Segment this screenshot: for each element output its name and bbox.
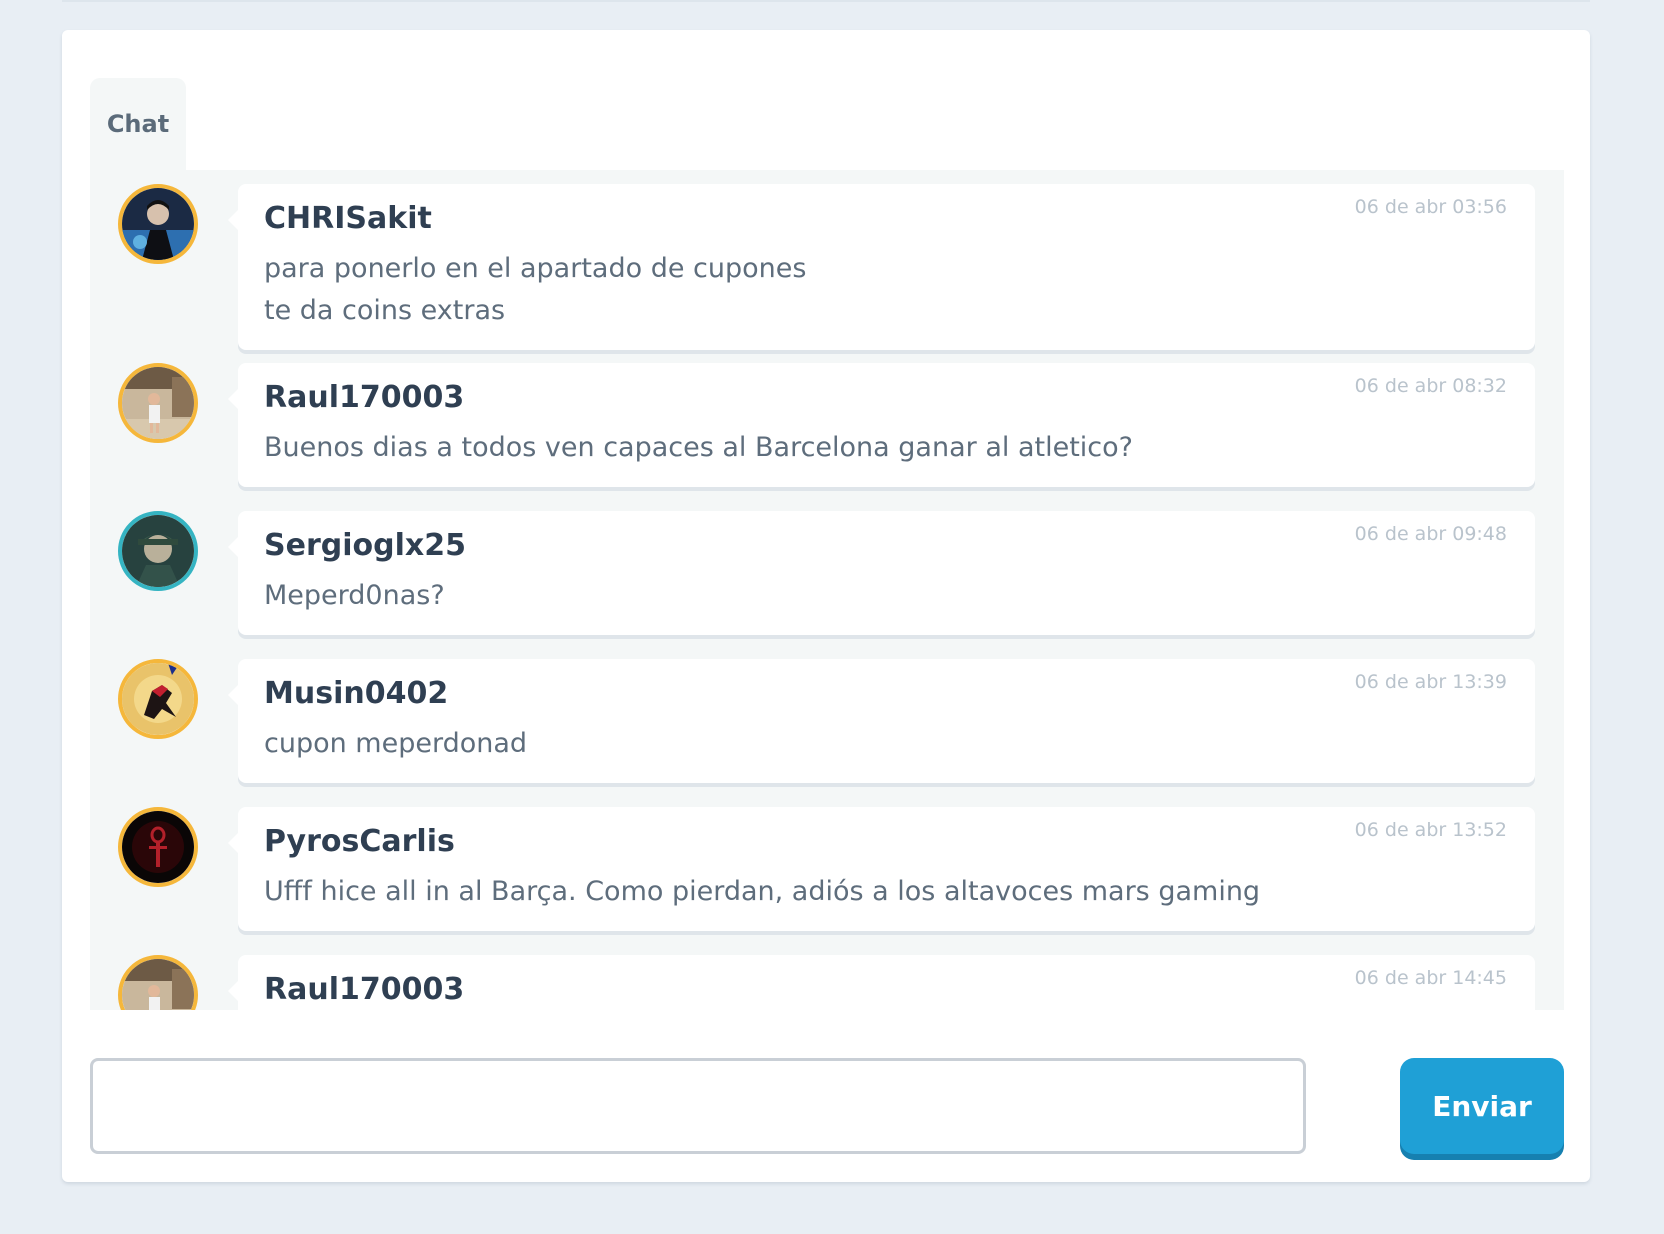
user-avatar[interactable] bbox=[118, 511, 198, 591]
user-avatar[interactable] bbox=[118, 184, 198, 264]
user-avatar[interactable] bbox=[118, 807, 198, 887]
send-button[interactable]: Enviar bbox=[1400, 1058, 1564, 1154]
message-username[interactable]: Sergioglx25 bbox=[264, 527, 1509, 565]
message-bubble: 06 de abr 03:56 CHRISakit para ponerlo e… bbox=[228, 184, 1535, 350]
message-text: cupon meperdonad bbox=[264, 728, 528, 759]
message-username[interactable]: Musin0402 bbox=[264, 675, 1509, 713]
message-bubble: 06 de abr 09:48 Sergioglx25 Meperd0nas? bbox=[228, 511, 1535, 635]
message-username[interactable]: Raul170003 bbox=[264, 971, 1509, 1009]
user-avatar[interactable] bbox=[118, 363, 198, 443]
message-timestamp: 06 de abr 09:48 bbox=[1354, 523, 1507, 545]
message-bubble: 06 de abr 14:45 Raul170003 bbox=[228, 955, 1535, 1010]
message-timestamp: 06 de abr 14:45 bbox=[1354, 967, 1507, 989]
message-text: para ponerlo en el apartado de cupones t… bbox=[264, 253, 807, 326]
message-username[interactable]: Raul170003 bbox=[264, 379, 1509, 417]
message-timestamp: 06 de abr 03:56 bbox=[1354, 196, 1507, 218]
tab-chat[interactable]: Chat bbox=[90, 78, 186, 170]
top-divider bbox=[62, 0, 1590, 2]
user-avatar[interactable] bbox=[118, 659, 198, 739]
message-list[interactable]: 06 de abr 03:56 CHRISakit para ponerlo e… bbox=[90, 170, 1564, 1010]
message-timestamp: 06 de abr 13:52 bbox=[1354, 819, 1507, 841]
message-text: Meperd0nas? bbox=[264, 580, 445, 611]
message-bubble: 06 de abr 13:39 Musin0402 cupon meperdon… bbox=[228, 659, 1535, 783]
message-username[interactable]: CHRISakit bbox=[264, 200, 1509, 238]
message-text: Buenos dias a todos ven capaces al Barce… bbox=[264, 432, 1133, 463]
message-input[interactable] bbox=[90, 1058, 1306, 1154]
user-avatar[interactable] bbox=[118, 955, 198, 1010]
message-text: Ufff hice all in al Barça. Como pierdan,… bbox=[264, 876, 1261, 907]
message-timestamp: 06 de abr 08:32 bbox=[1354, 375, 1507, 397]
message-timestamp: 06 de abr 13:39 bbox=[1354, 671, 1507, 693]
message-bubble: 06 de abr 13:52 PyrosCarlis Ufff hice al… bbox=[228, 807, 1535, 931]
message-username[interactable]: PyrosCarlis bbox=[264, 823, 1509, 861]
message-bubble: 06 de abr 08:32 Raul170003 Buenos dias a… bbox=[228, 363, 1535, 487]
chat-panel: Chat 06 de abr 03:56 CHRISakit para pone… bbox=[62, 30, 1590, 1182]
